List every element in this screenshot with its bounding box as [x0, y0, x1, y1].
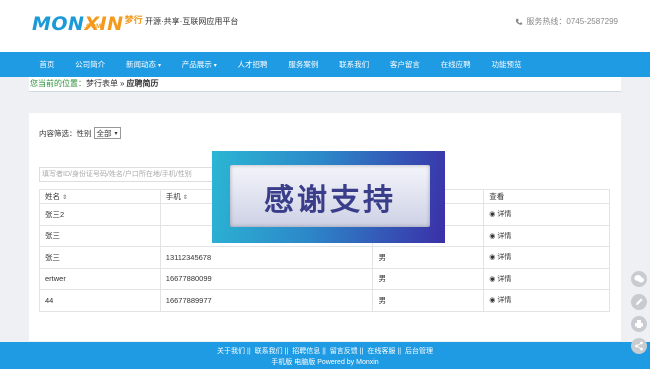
footer-link-service[interactable]: 在线客服: [367, 348, 395, 355]
header: MONXIN 梦行 .COM 开源·共享·互联网应用平台 服务热线：0745-2…: [0, 0, 650, 52]
sort-icon: ⇕: [62, 195, 68, 201]
chevron-down-icon: ▾: [114, 130, 118, 137]
hotline-text: 服务热线：0745-2587299: [526, 17, 618, 26]
nav-cases[interactable]: 服务案例: [278, 52, 329, 77]
footer-link-jobs[interactable]: 招聘信息: [292, 348, 320, 355]
footer: 关于我们 || 联系我们 || 招聘信息 || 留言反馈 || 在线客服 || 后台管理 …: [0, 342, 650, 369]
desktop-version-link[interactable]: 电脑版: [294, 359, 315, 366]
cell-name: 张三: [39, 246, 161, 269]
chevron-down-icon: ▾: [213, 63, 217, 69]
overlay-text: 感谢支持: [264, 183, 396, 218]
footer-link-contact[interactable]: 联系我们: [255, 348, 283, 355]
logo[interactable]: MONXIN 梦行: [32, 12, 143, 34]
logo-wordmark: MONXIN: [32, 13, 124, 35]
eye-icon: ◉: [489, 232, 496, 240]
eye-icon: ◉: [489, 275, 496, 283]
cell-view: ◉ 详情: [483, 246, 610, 269]
cell-name: 44: [39, 289, 161, 312]
footer-links: 关于我们 || 联系我们 || 招聘信息 || 留言反馈 || 在线客服 || 后台管理: [217, 348, 433, 355]
sort-icon: ⇕: [182, 195, 188, 201]
breadcrumb-separator: »: [120, 79, 125, 88]
chevron-down-icon: ▾: [157, 63, 161, 69]
nav-preview[interactable]: 功能预览: [481, 52, 532, 77]
filter-field-label: 性别: [76, 128, 92, 138]
edit-icon[interactable]: [631, 294, 647, 310]
nav-contact[interactable]: 联系我们: [329, 52, 380, 77]
breadcrumb-current: 应聘简历: [126, 79, 159, 88]
phone-icon: [516, 18, 523, 25]
nav-products[interactable]: 产品展示 ▾: [171, 52, 227, 77]
detail-link[interactable]: ◉ 详情: [489, 297, 511, 304]
footer-line2: 手机版 电脑版 Powered by Monxin: [0, 357, 650, 367]
filter-label: 内容筛选：: [39, 128, 77, 138]
col-name-header[interactable]: 姓名 ⇕: [39, 189, 161, 204]
table-row: 张三 13112345678 男 ◉ 详情: [39, 246, 610, 269]
nav-about[interactable]: 公司简介: [65, 52, 116, 77]
nav-jobs[interactable]: 人才招聘: [227, 52, 278, 77]
nav-messages[interactable]: 客户留言: [380, 52, 431, 77]
footer-link-about[interactable]: 关于我们: [217, 348, 245, 355]
nav-news[interactable]: 新闻动态 ▾: [116, 52, 172, 77]
detail-link[interactable]: ◉ 详情: [489, 254, 511, 261]
detail-link[interactable]: ◉ 详情: [489, 233, 511, 240]
detail-link[interactable]: ◉ 详情: [489, 211, 511, 218]
hotline: 服务热线：0745-2587299: [515, 16, 618, 27]
cell-name: ertwer: [39, 267, 161, 290]
cell-name: 张三2: [39, 203, 161, 226]
nav-home[interactable]: 首页: [29, 52, 65, 77]
footer-link-feedback[interactable]: 留言反馈: [330, 348, 358, 355]
breadcrumb-label: 您当前的位置：: [30, 79, 86, 88]
col-view-header: 查看: [483, 189, 610, 204]
detail-link[interactable]: ◉ 详情: [489, 276, 511, 283]
cell-view: ◉ 详情: [483, 267, 610, 290]
cell-phone: 16677880099: [159, 267, 374, 290]
thank-you-overlay: 感谢支持: [212, 151, 445, 243]
cell-view: ◉ 详情: [483, 224, 610, 247]
breadcrumb-link[interactable]: 梦行表单: [86, 79, 118, 88]
breadcrumb: 您当前的位置：梦行表单» 应聘简历: [29, 77, 621, 92]
main-nav: 首页 公司简介 新闻动态 ▾ 产品展示 ▾ 人才招聘 服务案例 联系我们 客户留言 …: [0, 52, 650, 77]
slogan: 开源·共享·互联网应用平台: [145, 17, 239, 26]
footer-link-admin[interactable]: 后台管理: [405, 348, 433, 355]
print-icon[interactable]: [631, 316, 647, 332]
share-icon[interactable]: [631, 338, 647, 354]
nav-apply[interactable]: 在线应聘: [430, 52, 481, 77]
logo-domain: .COM: [84, 24, 102, 30]
table-row: ertwer 16677880099 男 ◉ 详情: [39, 267, 610, 290]
cell-view: ◉ 详情: [483, 203, 610, 226]
table-row: 44 16677889977 男 ◉ 详情: [39, 289, 610, 312]
cell-name: 张三: [39, 224, 161, 247]
gender-filter-select[interactable]: 全部 ▾: [93, 127, 121, 139]
overlay-card: 感谢支持: [230, 165, 430, 227]
search-input[interactable]: 填写者ID/身份证号码/姓名/户口所在地/手机/性别: [39, 167, 239, 182]
cell-phone: 16677889977: [159, 289, 374, 312]
filter-row: 内容筛选： 性别 全部 ▾: [39, 127, 121, 139]
mobile-version-link[interactable]: 手机版: [271, 359, 292, 366]
wechat-icon[interactable]: [631, 271, 647, 287]
eye-icon: ◉: [489, 211, 496, 219]
eye-icon: ◉: [489, 297, 496, 305]
cell-gender: 男: [372, 246, 485, 269]
cell-gender: 男: [372, 267, 485, 290]
cell-phone: 13112345678: [159, 246, 374, 269]
logo-chinese: 梦行: [124, 15, 143, 25]
eye-icon: ◉: [489, 254, 496, 262]
cell-gender: 男: [372, 289, 485, 312]
powered-by: Powered by Monxin: [317, 359, 379, 366]
cell-view: ◉ 详情: [483, 289, 610, 312]
